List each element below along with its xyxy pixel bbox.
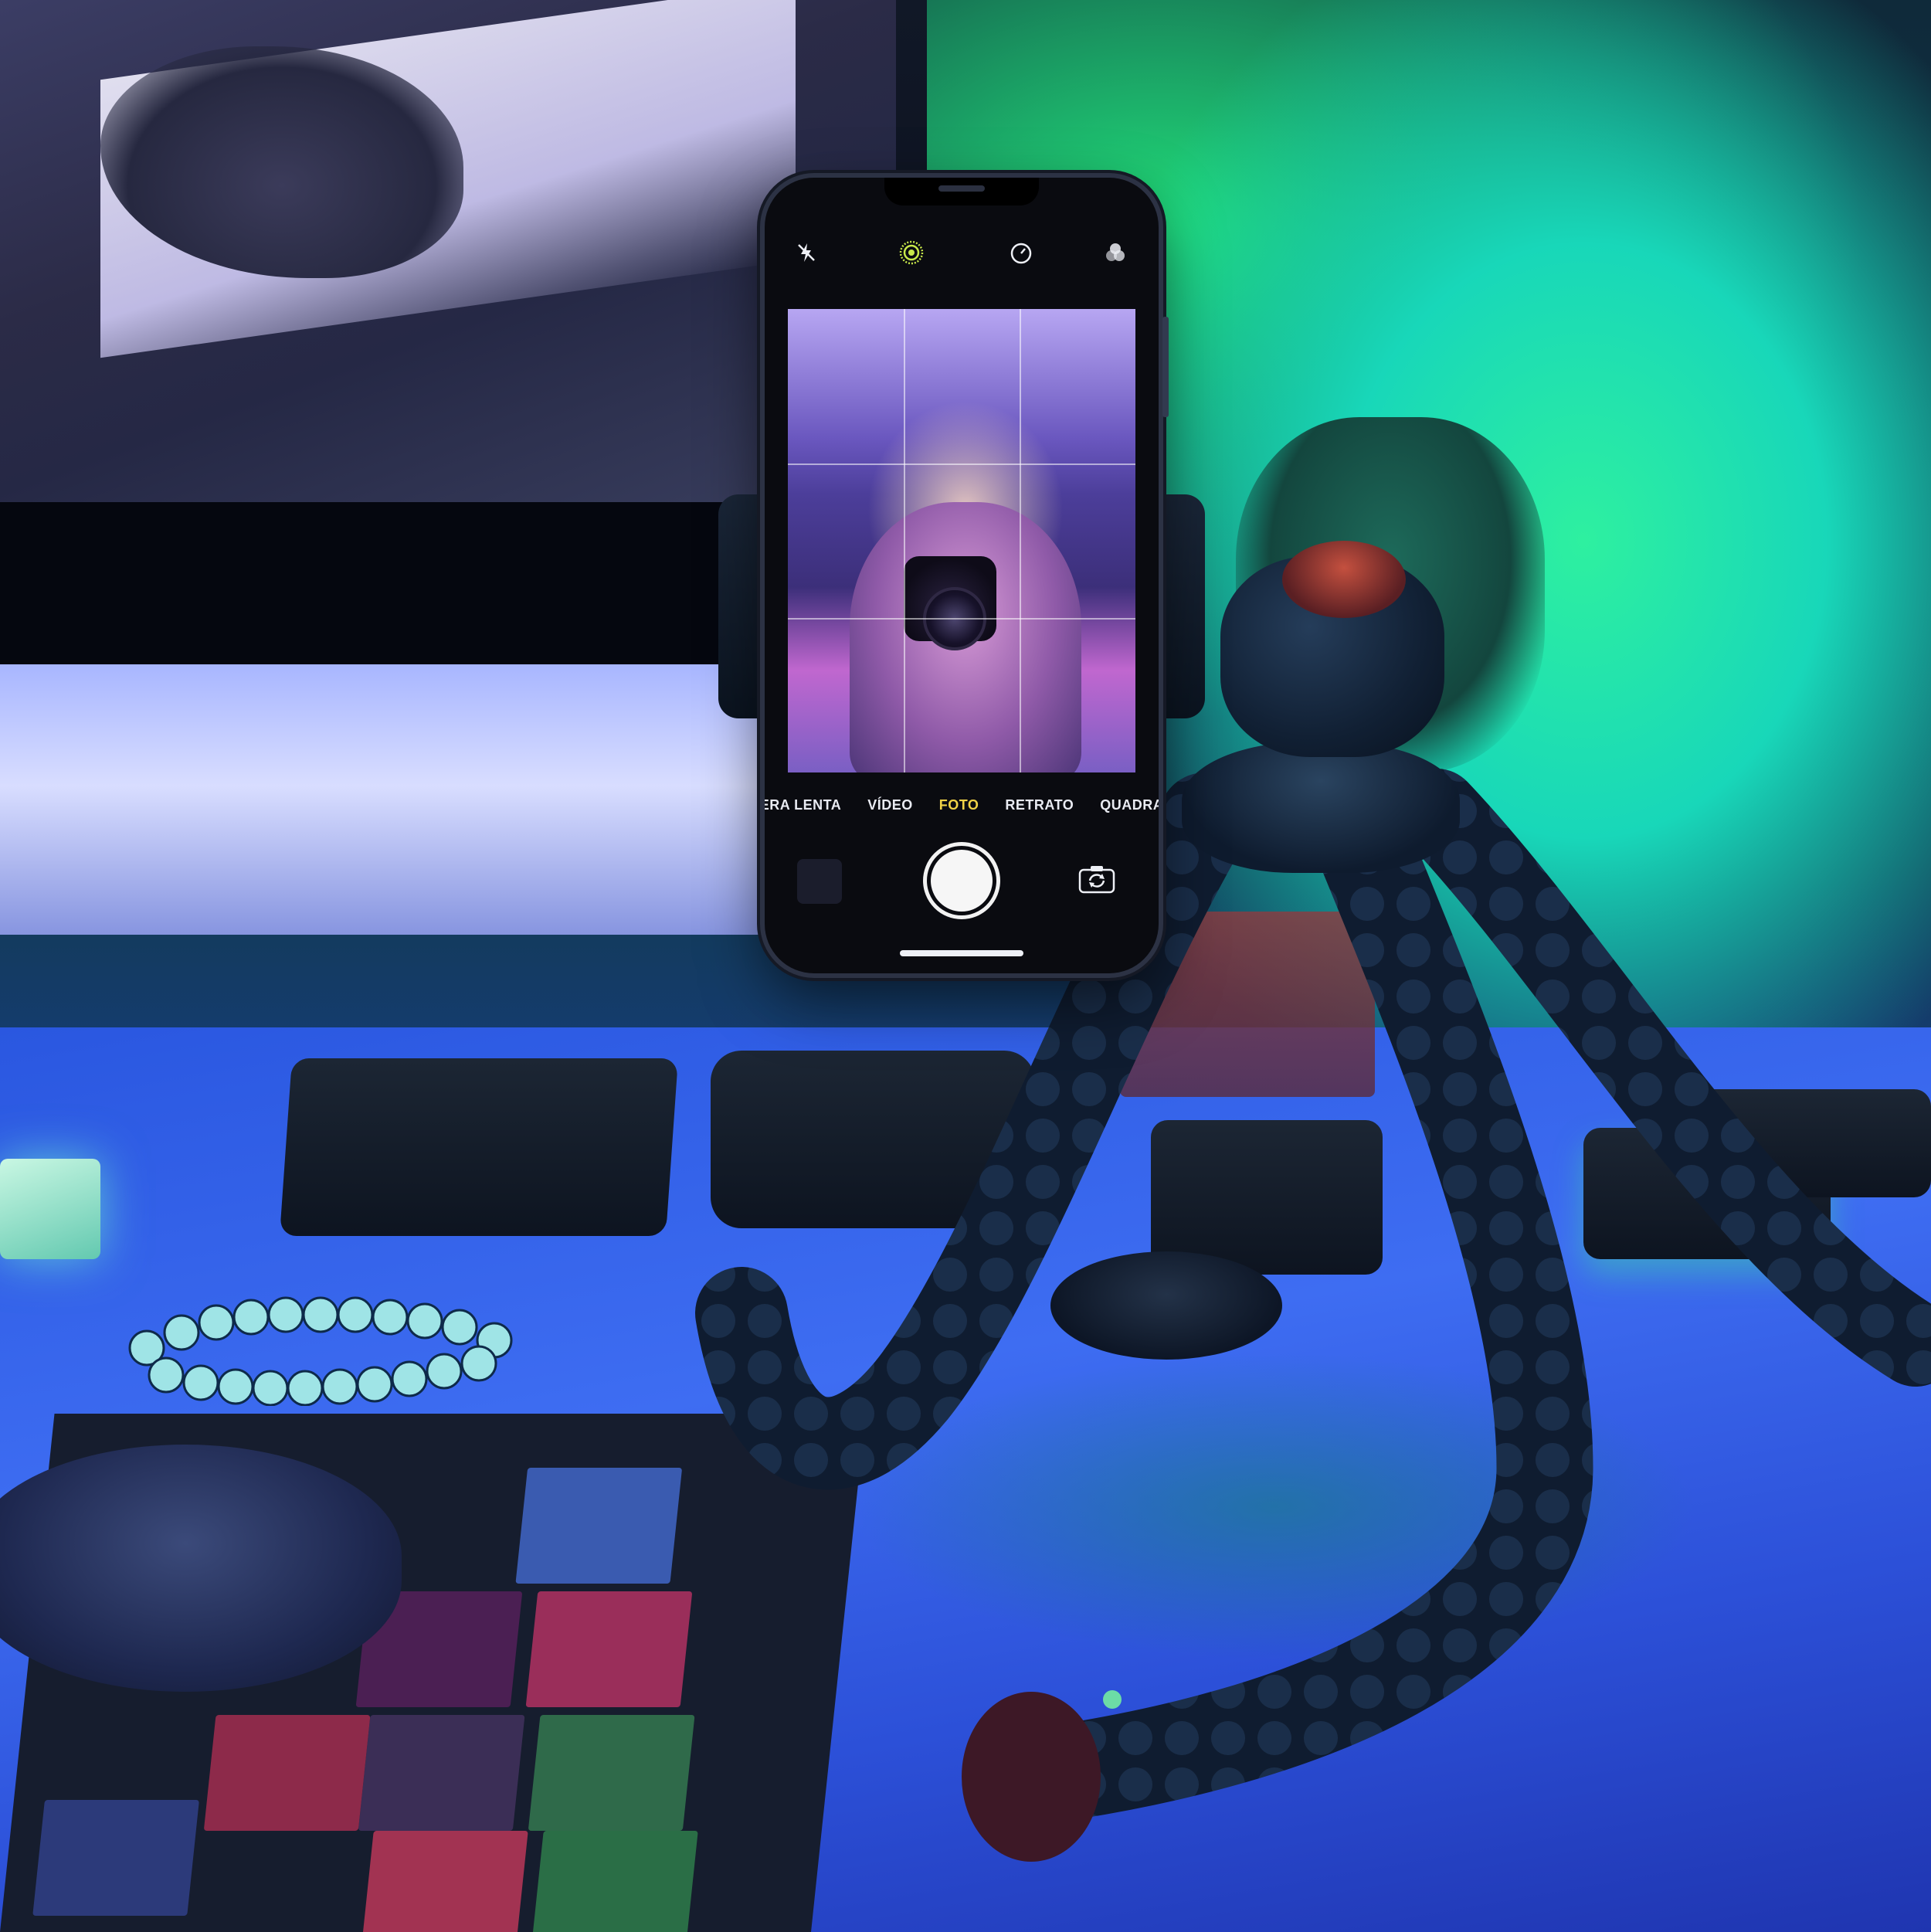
- grid-line: [1020, 309, 1021, 772]
- camera-top-bar: [765, 220, 1159, 282]
- photo-thumbnail[interactable]: [797, 859, 842, 904]
- smartphone: ERA LENTA VÍDEO FOTO RETRATO QUADRA: [765, 178, 1159, 973]
- mode-square[interactable]: QUADRA: [1100, 780, 1159, 827]
- live-photo-icon[interactable]: [894, 236, 928, 270]
- tripod-mount: [1182, 742, 1460, 873]
- phone-side-button[interactable]: [1162, 317, 1169, 417]
- tripod-red-knob: [1282, 541, 1406, 618]
- filters-icon[interactable]: [1098, 236, 1132, 270]
- home-indicator[interactable]: [900, 950, 1023, 956]
- mode-portrait[interactable]: RETRATO: [1005, 780, 1074, 827]
- timer-icon[interactable]: [1004, 236, 1038, 270]
- grid-line: [788, 618, 1135, 620]
- shutter-button[interactable]: [923, 842, 1000, 919]
- camera-flip-icon[interactable]: [1077, 864, 1116, 895]
- photo-scene: ERA LENTA VÍDEO FOTO RETRATO QUADRA: [0, 0, 1931, 1932]
- camera-viewfinder[interactable]: [788, 309, 1135, 772]
- phone-notch: [884, 178, 1039, 205]
- camera-mode-selector: ERA LENTA VÍDEO FOTO RETRATO QUADRA: [765, 780, 1159, 827]
- shutter-button-inner: [931, 850, 993, 912]
- grid-line: [788, 463, 1135, 465]
- mode-slow-motion[interactable]: ERA LENTA: [765, 780, 841, 827]
- flash-off-icon[interactable]: [789, 236, 823, 270]
- mode-video[interactable]: VÍDEO: [867, 780, 913, 827]
- earpiece-speaker: [938, 185, 985, 192]
- mode-photo[interactable]: FOTO: [939, 780, 979, 827]
- grid-line: [904, 309, 905, 772]
